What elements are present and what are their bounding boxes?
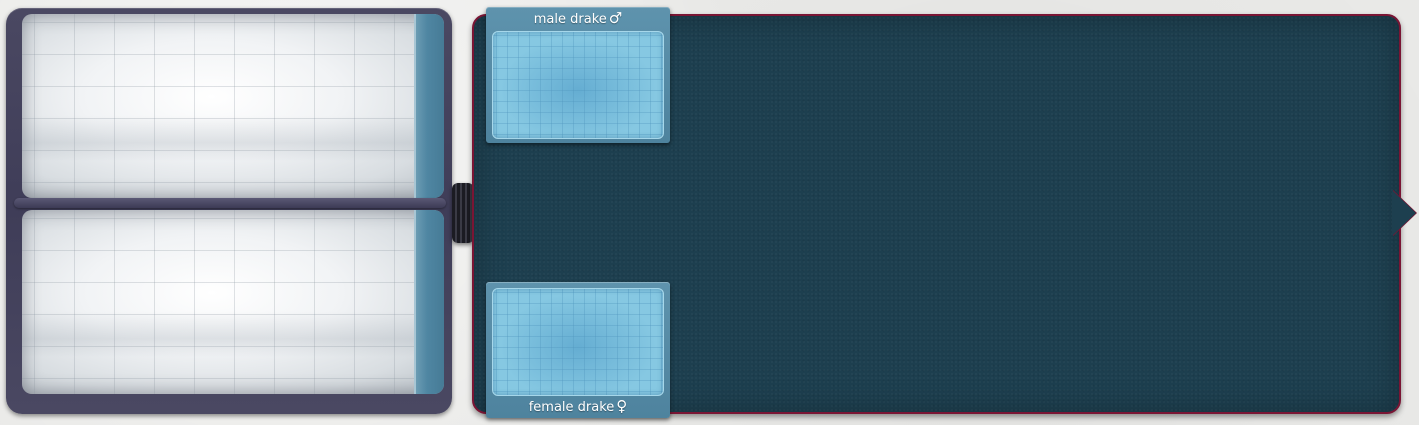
cable-connector bbox=[452, 183, 474, 243]
male-drake-slot[interactable]: male drake ♂ bbox=[486, 7, 670, 143]
male-drake-label-text: male drake bbox=[533, 12, 607, 27]
top-screen bbox=[22, 14, 444, 198]
female-drake-label-text: female drake bbox=[528, 400, 615, 415]
female-drake-slot[interactable]: female drake ♀ bbox=[486, 282, 670, 418]
screen-glare bbox=[22, 210, 416, 394]
female-drake-label: female drake ♀ bbox=[486, 396, 670, 416]
male-drake-label: male drake ♂ bbox=[486, 8, 670, 28]
screen-side-strip bbox=[414, 14, 444, 198]
panel-notch bbox=[1392, 190, 1416, 236]
female-drake-drop-area[interactable] bbox=[492, 288, 664, 396]
female-symbol-icon: ♀ bbox=[616, 397, 628, 415]
screen-divider bbox=[14, 198, 446, 208]
screen-glare bbox=[22, 14, 416, 198]
male-drake-drop-area[interactable] bbox=[492, 31, 664, 139]
male-symbol-icon: ♂ bbox=[608, 9, 623, 27]
bottom-screen bbox=[22, 210, 444, 394]
screen-side-strip bbox=[414, 210, 444, 394]
